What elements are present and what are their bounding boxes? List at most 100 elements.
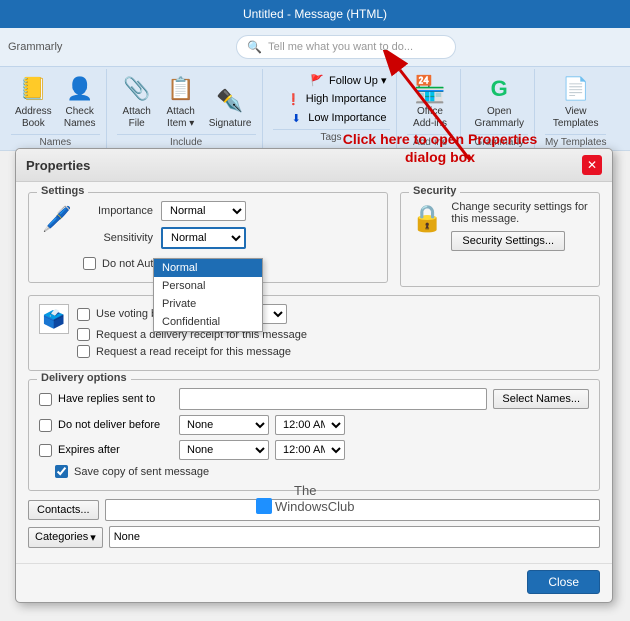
expires-row: Expires after None 12:00 AM [39,440,589,460]
security-lock-icon: 🔒 [411,203,443,234]
high-importance-icon: ❗ [286,91,302,107]
categories-row: Categories ▾ [28,526,600,548]
address-book-icon: 📒 [17,73,49,105]
security-section: Security 🔒 Change security settings for … [400,192,600,287]
replies-address-input[interactable] [179,388,487,410]
sensitivity-label: Sensitivity [83,232,153,244]
view-templates-icon: 📄 [560,73,592,105]
ribbon-search[interactable]: 🔍 Tell me what you want to do... [236,35,456,59]
expires-date-select[interactable]: None [179,440,269,460]
select-names-button[interactable]: Select Names... [493,389,589,409]
window-title: Untitled - Message (HTML) [243,7,387,21]
open-grammarly-btn[interactable]: G OpenGrammarly [471,71,528,132]
dropdown-item-personal[interactable]: Personal [154,277,262,295]
expires-label: Expires after [58,444,173,456]
group-names: 📒 AddressBook 👤 CheckNames Names [5,69,107,150]
sensitivity-select[interactable]: Normal [161,227,246,249]
do-not-deliver-label: Do not deliver before [58,419,173,431]
signature-btn[interactable]: ✒️ Signature [205,83,256,132]
ribbon: Grammarly 🔍 Tell me what you want to do.… [0,28,630,151]
save-copy-checkbox[interactable] [55,465,68,478]
high-importance-label: High Importance [306,93,387,105]
group-include: 📎 AttachFile 📋 AttachItem ▾ ✒️ Signature… [111,69,263,150]
high-importance-btn[interactable]: ❗ High Importance [283,90,390,108]
low-importance-btn[interactable]: ⬇ Low Importance [285,109,389,127]
do-not-deliver-time-select[interactable]: 12:00 AM [275,415,345,435]
delivery-section: Delivery options Have replies sent to Se… [28,379,600,491]
expires-time-select[interactable]: 12:00 AM [275,440,345,460]
security-description: Change security settings for this messag… [451,201,589,225]
do-not-deliver-row: Do not deliver before None 12:00 AM [39,415,589,435]
importance-select[interactable]: Normal [161,201,246,221]
have-replies-row: Have replies sent to Select Names... [39,388,589,410]
dialog-body: Settings 🖊️ Importance Normal Sens [16,182,612,563]
do-not-autoarchive-checkbox[interactable] [83,257,96,270]
voting-icon: 🗳️ [39,304,69,334]
dialog-title: Properties [26,158,90,173]
dialog-close-button[interactable]: ✕ [582,155,602,175]
read-receipt-row: Request a read receipt for this message [77,345,589,358]
dialog-footer: Close [16,563,612,602]
security-section-label: Security [409,185,460,197]
contacts-row: Contacts... [28,499,600,521]
categories-button[interactable]: Categories ▾ [28,527,103,548]
save-copy-row: Save copy of sent message [55,465,589,478]
attach-file-icon: 📎 [121,73,153,105]
grammarly-group-label: Grammarly [471,134,528,148]
include-group-label: Include [117,134,256,148]
sensitivity-row: Sensitivity Normal [83,227,246,249]
title-bar: Untitled - Message (HTML) [0,0,630,28]
group-tags: 🚩 Follow Up ▾ ❗ High Importance ⬇ Low Im… [267,69,397,150]
settings-icon: 🖊️ [39,201,75,237]
dialog-titlebar: Properties ✕ [16,149,612,182]
importance-label: Importance [83,205,153,217]
read-receipt-label: Request a read receipt for this message [96,346,291,358]
read-receipt-checkbox[interactable] [77,345,90,358]
attach-file-btn[interactable]: 📎 AttachFile [117,71,157,132]
group-grammarly: G OpenGrammarly Grammarly [465,69,535,150]
office-addins-icon: 🏪 [414,73,446,105]
grammarly-icon: G [483,73,515,105]
search-icon: 🔍 [247,40,262,54]
contacts-input[interactable] [105,499,600,521]
attach-item-btn[interactable]: 📋 AttachItem ▾ [161,71,201,132]
view-templates-btn[interactable]: 📄 ViewTemplates [549,71,603,132]
names-group-label: Names [11,134,100,148]
dropdown-item-normal[interactable]: Normal [154,259,262,277]
use-voting-checkbox[interactable] [77,308,90,321]
importance-row: Importance Normal [83,201,246,221]
group-templates: 📄 ViewTemplates My Templates [539,69,613,150]
security-settings-button[interactable]: Security Settings... [451,231,565,251]
contacts-button[interactable]: Contacts... [28,500,99,520]
check-names-icon: 👤 [64,73,96,105]
have-replies-checkbox[interactable] [39,393,52,406]
my-templates-group-label: My Templates [545,134,607,148]
low-importance-icon: ⬇ [288,110,304,126]
have-replies-label: Have replies sent to [58,393,173,405]
attach-item-icon: 📋 [165,73,197,105]
check-names-btn[interactable]: 👤 CheckNames [60,71,100,132]
categories-input[interactable] [109,526,600,548]
follow-up-btn[interactable]: 🚩 Follow Up ▾ [306,71,389,89]
address-book-btn[interactable]: 📒 AddressBook [11,71,56,132]
dropdown-item-private[interactable]: Private [154,295,262,313]
delivery-section-label: Delivery options [37,372,131,384]
group-addins: 🏪 OfficeAdd-ins Add-ins [401,69,461,150]
do-not-deliver-checkbox[interactable] [39,419,52,432]
addins-group-label: Add-ins [407,134,454,148]
close-dialog-button[interactable]: Close [527,570,600,594]
search-placeholder: Tell me what you want to do... [268,41,413,53]
save-copy-label: Save copy of sent message [74,466,209,478]
categories-dropdown-icon: ▾ [90,531,96,544]
office-addins-btn[interactable]: 🏪 OfficeAdd-ins [409,71,451,132]
grammarly-tab[interactable]: Grammarly [8,41,62,53]
signature-icon: ✒️ [214,85,246,117]
sensitivity-dropdown: Normal Personal Private Confidential [153,258,263,332]
follow-up-icon: 🚩 [309,72,325,88]
dropdown-item-confidential[interactable]: Confidential [154,313,262,331]
do-not-deliver-date-select[interactable]: None [179,415,269,435]
expires-checkbox[interactable] [39,444,52,457]
ribbon-groups: 📒 AddressBook 👤 CheckNames Names 📎 Attac… [0,66,630,150]
low-importance-label: Low Importance [308,112,386,124]
delivery-receipt-checkbox[interactable] [77,328,90,341]
